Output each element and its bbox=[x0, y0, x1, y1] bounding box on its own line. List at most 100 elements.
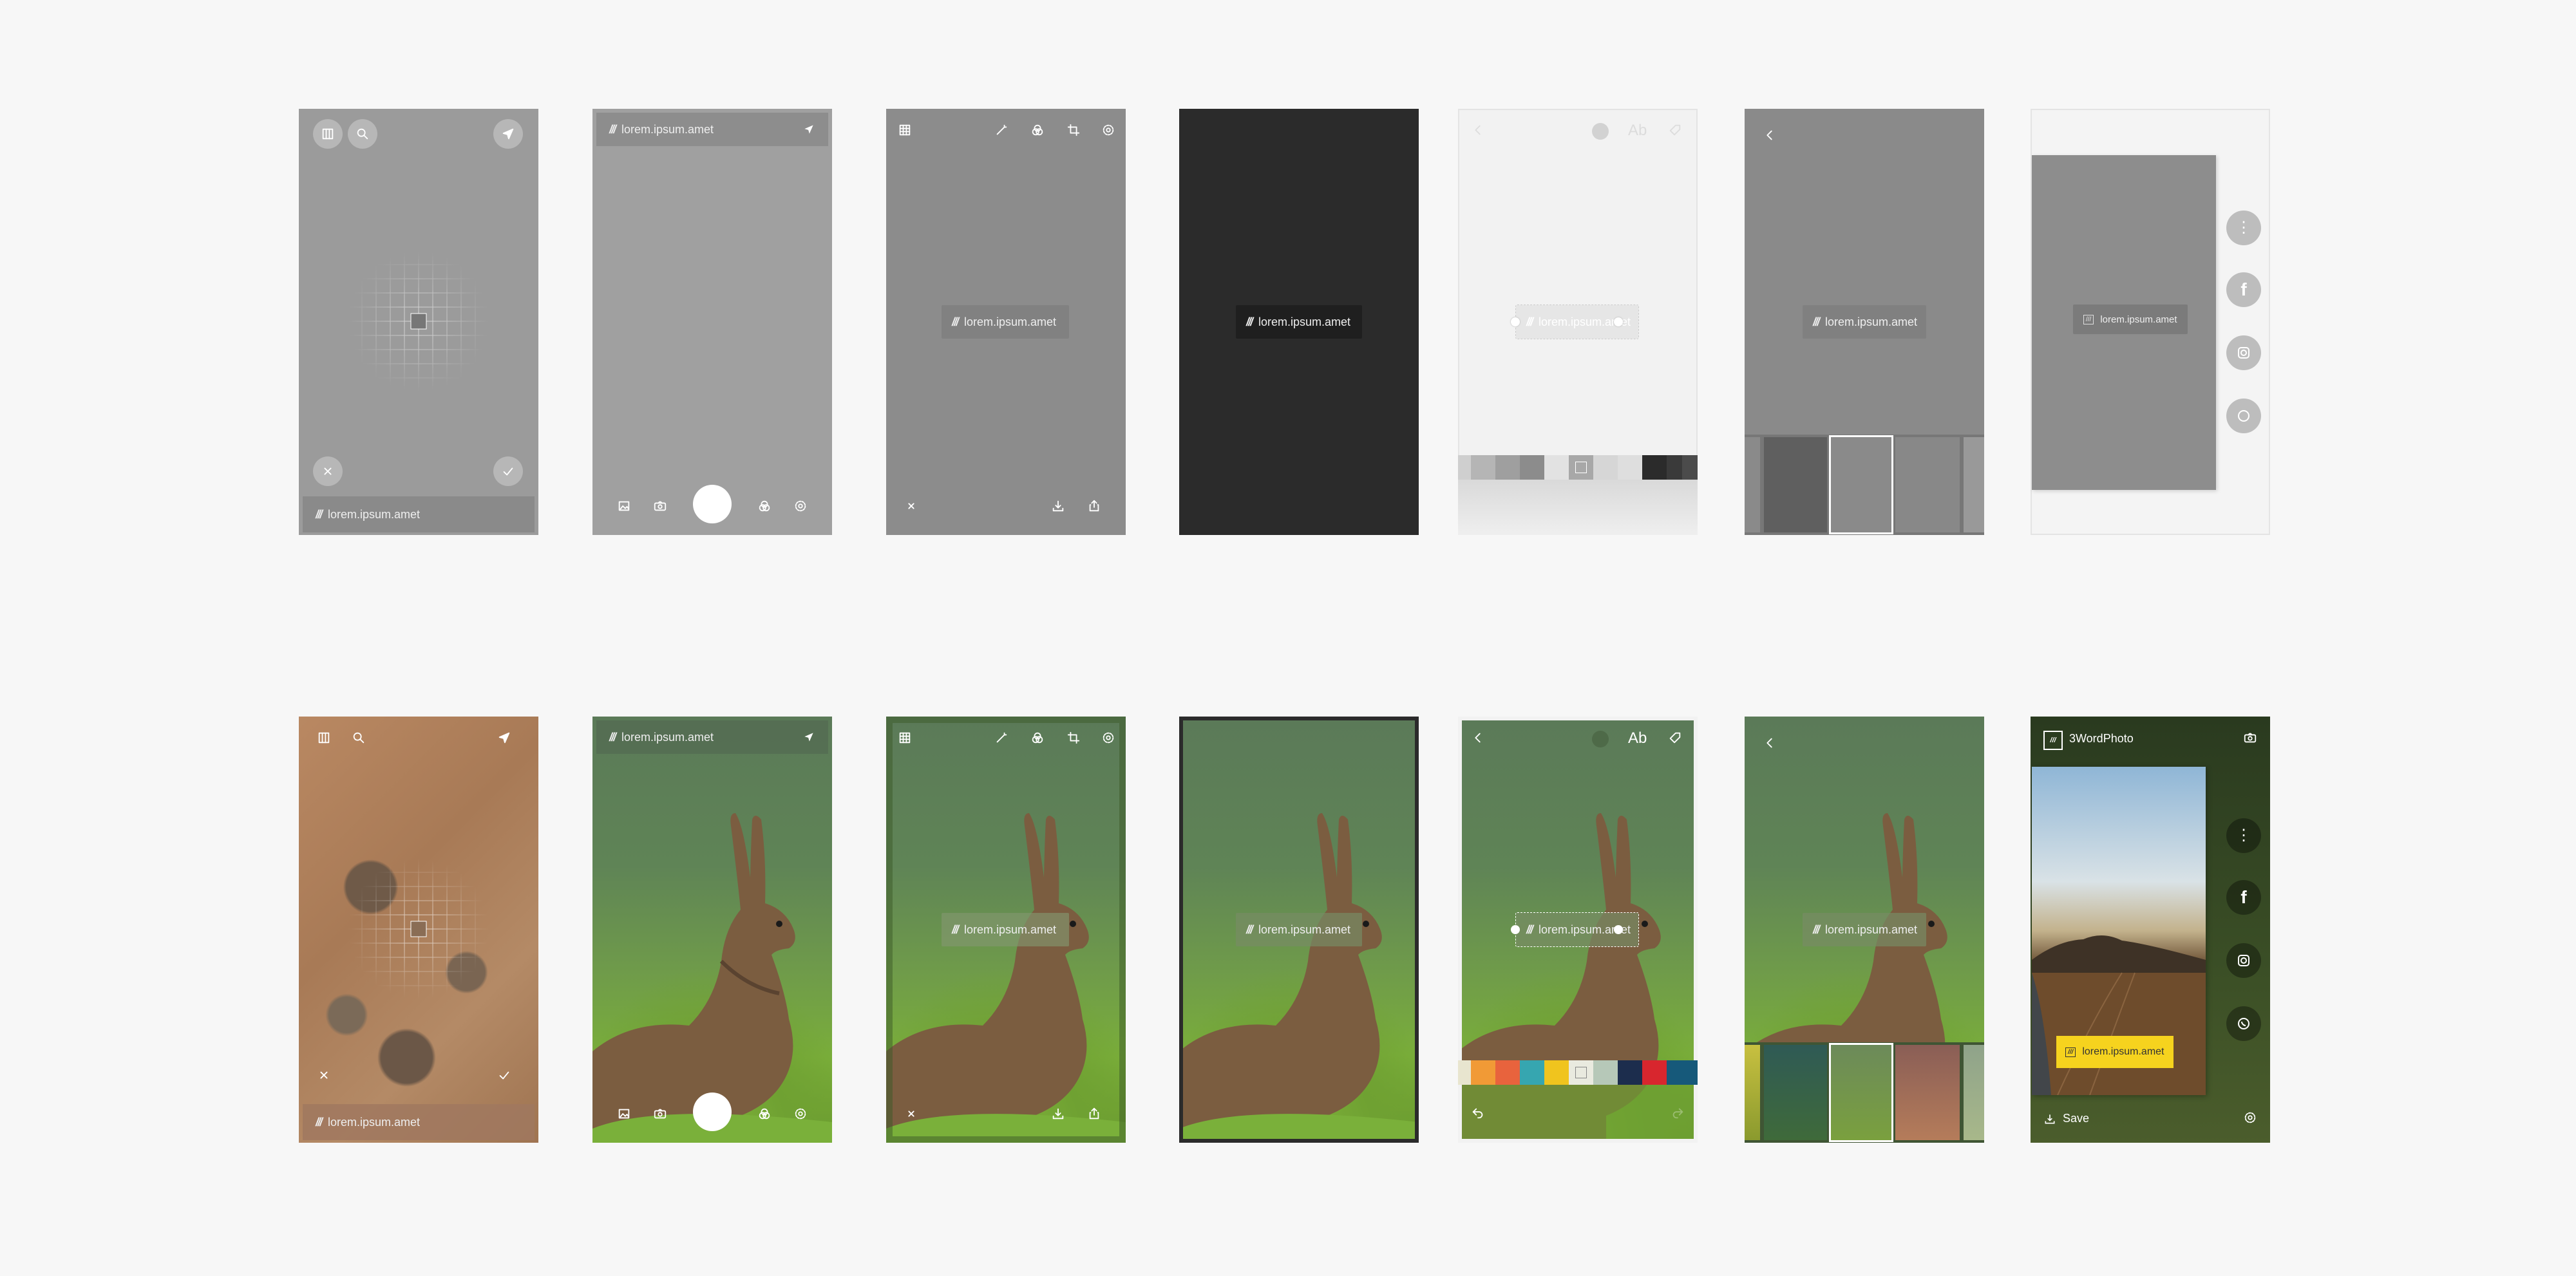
tag-icon[interactable] bbox=[1664, 727, 1686, 749]
switch-camera-icon[interactable] bbox=[649, 1103, 671, 1125]
address-label[interactable]: ///lorem.ipsum.amet bbox=[1236, 305, 1362, 339]
address-label[interactable]: ///lorem.ipsum.amet bbox=[942, 913, 1069, 946]
filters-icon[interactable] bbox=[1027, 727, 1048, 749]
whatsapp-icon[interactable] bbox=[2226, 399, 2261, 433]
filter-thumb[interactable] bbox=[1764, 1045, 1827, 1140]
filters-icon[interactable] bbox=[753, 495, 775, 517]
color-swatch[interactable] bbox=[1618, 1060, 1642, 1085]
color-swatch[interactable] bbox=[1495, 1060, 1520, 1085]
filter-thumb-selected[interactable] bbox=[1829, 435, 1893, 534]
switch-camera-icon[interactable] bbox=[649, 495, 671, 517]
share-icon[interactable] bbox=[1083, 495, 1105, 517]
more-options-icon[interactable]: ⋮ bbox=[2226, 818, 2261, 853]
color-swatch[interactable] bbox=[1593, 455, 1618, 480]
color-swatch[interactable] bbox=[1667, 1060, 1698, 1085]
undo-icon[interactable] bbox=[1467, 1102, 1489, 1123]
facebook-icon[interactable]: f bbox=[2226, 272, 2261, 307]
color-swatch[interactable] bbox=[1520, 1060, 1544, 1085]
filter-thumb[interactable] bbox=[1895, 437, 1960, 532]
color-dot-icon[interactable] bbox=[1592, 123, 1609, 140]
crop-icon[interactable] bbox=[1063, 119, 1084, 141]
color-swatch[interactable] bbox=[1471, 1060, 1495, 1085]
color-swatch[interactable] bbox=[1495, 455, 1520, 480]
instagram-icon[interactable] bbox=[2226, 335, 2261, 370]
resize-handle-right[interactable] bbox=[1614, 925, 1623, 934]
resize-handle-left[interactable] bbox=[1511, 317, 1520, 326]
settings-gear-icon[interactable] bbox=[790, 1103, 811, 1125]
back-chevron-icon[interactable] bbox=[1759, 732, 1781, 754]
share-icon[interactable] bbox=[1083, 1103, 1105, 1125]
filters-icon[interactable] bbox=[1027, 119, 1048, 141]
color-swatch[interactable] bbox=[1458, 455, 1471, 480]
search-icon[interactable] bbox=[348, 727, 370, 749]
gallery-icon[interactable] bbox=[613, 495, 635, 517]
grid-view-icon[interactable] bbox=[313, 119, 343, 149]
filter-thumb[interactable] bbox=[1745, 1045, 1760, 1140]
color-swatch[interactable] bbox=[1642, 1060, 1667, 1085]
back-chevron-icon[interactable] bbox=[1759, 124, 1781, 146]
color-swatch[interactable] bbox=[1593, 1060, 1618, 1085]
filter-thumb[interactable] bbox=[1964, 437, 1984, 532]
location-arrow-icon[interactable] bbox=[802, 123, 815, 136]
settings-gear-icon[interactable] bbox=[1097, 727, 1119, 749]
confirm-check-icon[interactable] bbox=[493, 1064, 515, 1086]
download-icon[interactable] bbox=[1047, 495, 1069, 517]
settings-gear-icon[interactable] bbox=[790, 495, 811, 517]
resize-handle-right[interactable] bbox=[1614, 317, 1623, 326]
color-swatch[interactable] bbox=[1618, 455, 1642, 480]
address-label[interactable]: ///lorem.ipsum.amet bbox=[1236, 913, 1362, 946]
save-button[interactable]: Save bbox=[2043, 1112, 2089, 1125]
address-label[interactable]: ///lorem.ipsum.amet bbox=[2073, 305, 2188, 334]
crop-icon[interactable] bbox=[1063, 727, 1084, 749]
more-options-icon[interactable]: ⋮ bbox=[2226, 211, 2261, 245]
shutter-button[interactable] bbox=[693, 1093, 732, 1131]
address-label[interactable]: ///lorem.ipsum.amet bbox=[1803, 913, 1926, 946]
back-chevron-icon[interactable] bbox=[1467, 727, 1489, 749]
back-chevron-icon[interactable] bbox=[1467, 119, 1489, 141]
color-dot-icon[interactable] bbox=[1592, 731, 1609, 747]
color-swatch[interactable] bbox=[1520, 455, 1544, 480]
close-icon[interactable] bbox=[313, 1064, 335, 1086]
location-arrow-icon[interactable] bbox=[493, 119, 523, 149]
instagram-icon[interactable] bbox=[2226, 943, 2261, 978]
address-label[interactable]: ///lorem.ipsum.amet bbox=[942, 305, 1069, 339]
confirm-check-icon[interactable] bbox=[493, 456, 523, 486]
address-label-highlight[interactable]: ///lorem.ipsum.amet bbox=[2056, 1036, 2174, 1068]
facebook-icon[interactable]: f bbox=[2226, 880, 2261, 915]
camera-icon[interactable] bbox=[2239, 727, 2261, 749]
filter-thumb[interactable] bbox=[1764, 437, 1827, 532]
settings-gear-icon[interactable] bbox=[2239, 1107, 2261, 1129]
whatsapp-icon[interactable] bbox=[2226, 1006, 2261, 1041]
close-icon[interactable] bbox=[313, 456, 343, 486]
address-label[interactable]: ///lorem.ipsum.amet bbox=[1803, 305, 1926, 339]
magic-wand-icon[interactable] bbox=[990, 727, 1012, 749]
color-swatch[interactable] bbox=[1544, 455, 1569, 480]
color-swatch[interactable] bbox=[1544, 1060, 1569, 1085]
text-tool[interactable]: Ab bbox=[1628, 122, 1647, 140]
color-swatch[interactable] bbox=[1642, 455, 1667, 480]
tag-icon[interactable] bbox=[1664, 119, 1686, 141]
color-swatch[interactable] bbox=[1682, 455, 1698, 480]
color-swatch[interactable] bbox=[1458, 1060, 1471, 1085]
location-arrow-icon[interactable] bbox=[493, 727, 515, 749]
grid-icon[interactable] bbox=[894, 727, 916, 749]
close-icon[interactable] bbox=[900, 495, 922, 517]
grid-icon[interactable] bbox=[894, 119, 916, 141]
close-icon[interactable] bbox=[900, 1103, 922, 1125]
color-swatch-selected[interactable] bbox=[1569, 1060, 1593, 1085]
filter-thumb[interactable] bbox=[1964, 1045, 1984, 1140]
resize-handle-left[interactable] bbox=[1511, 925, 1520, 934]
filter-thumb[interactable] bbox=[1895, 1045, 1960, 1140]
search-icon[interactable] bbox=[348, 119, 377, 149]
download-icon[interactable] bbox=[1047, 1103, 1069, 1125]
color-swatch[interactable] bbox=[1471, 455, 1495, 480]
color-swatch[interactable] bbox=[1667, 455, 1682, 480]
gallery-icon[interactable] bbox=[613, 1103, 635, 1125]
settings-gear-icon[interactable] bbox=[1097, 119, 1119, 141]
filter-thumb-selected[interactable] bbox=[1829, 1043, 1893, 1142]
filters-icon[interactable] bbox=[753, 1103, 775, 1125]
grid-view-icon[interactable] bbox=[313, 727, 335, 749]
magic-wand-icon[interactable] bbox=[990, 119, 1012, 141]
location-arrow-icon[interactable] bbox=[802, 731, 815, 744]
filter-thumb[interactable] bbox=[1745, 437, 1760, 532]
